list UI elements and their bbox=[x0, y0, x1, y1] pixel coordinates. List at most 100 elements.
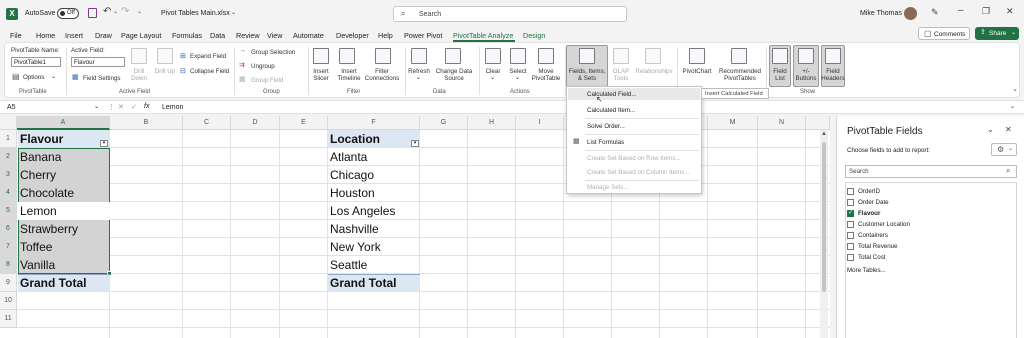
tab-design[interactable]: Design bbox=[523, 31, 545, 40]
avatar[interactable] bbox=[904, 7, 917, 20]
pivot1-item[interactable]: Toffee bbox=[17, 238, 52, 256]
pivotchart-button[interactable]: PivotChart bbox=[678, 68, 716, 75]
restore-icon[interactable]: ❐ bbox=[982, 6, 990, 17]
ungroup-icon[interactable]: ⇉ bbox=[239, 61, 245, 69]
tab-automate[interactable]: Automate bbox=[293, 31, 324, 40]
close-icon[interactable]: ✕ bbox=[1006, 6, 1014, 17]
row-header-7[interactable]: 7 bbox=[0, 238, 17, 256]
insert-timeline-button[interactable]: Insert Timeline bbox=[334, 68, 364, 82]
save-icon[interactable] bbox=[88, 8, 97, 18]
row-header-6[interactable]: 6 bbox=[0, 220, 17, 238]
column-header-n[interactable]: N bbox=[758, 116, 806, 130]
scrollbar-thumb[interactable] bbox=[822, 142, 826, 292]
field-list-icon[interactable] bbox=[772, 48, 788, 64]
options-dropdown-icon[interactable]: ⌄ bbox=[51, 73, 56, 80]
column-header-g[interactable]: G bbox=[420, 116, 468, 130]
group-selection-button[interactable]: Group Selection bbox=[251, 49, 295, 56]
redo-icon[interactable]: ↷ bbox=[121, 6, 129, 17]
move-pivottable-icon[interactable] bbox=[538, 48, 554, 64]
expand-field-icon[interactable]: ⊞ bbox=[180, 52, 186, 60]
tab-page-layout[interactable]: Page Layout bbox=[121, 31, 161, 40]
menu-item-list-formulas[interactable]: List Formulas bbox=[587, 139, 624, 146]
tab-file[interactable]: File bbox=[10, 31, 22, 40]
vertical-scrollbar[interactable]: ▲ bbox=[820, 130, 828, 338]
ribbon-collapse-icon[interactable]: ⌄ bbox=[1012, 85, 1018, 93]
insert-function-icon[interactable]: fx bbox=[144, 103, 149, 110]
insert-slicer-icon[interactable] bbox=[313, 48, 329, 64]
pivot1-item[interactable]: Cherry bbox=[17, 166, 56, 184]
customize-qat-icon[interactable]: ⌄ bbox=[137, 8, 142, 15]
expand-field-button[interactable]: Expand Field bbox=[190, 53, 226, 60]
pivot2-item[interactable]: Houston bbox=[327, 184, 375, 202]
field-settings-button[interactable]: Field Settings bbox=[83, 75, 121, 82]
row-header-2[interactable]: 2 bbox=[0, 148, 17, 166]
row-header-10[interactable]: 10 bbox=[0, 292, 17, 310]
tab-insert[interactable]: Insert bbox=[65, 31, 83, 40]
tab-review[interactable]: Review bbox=[236, 31, 260, 40]
filter-connections-button[interactable]: Filter Connections bbox=[362, 68, 402, 82]
pivot1-item[interactable]: Chocolate bbox=[17, 184, 74, 202]
collapse-field-icon[interactable]: ⊟ bbox=[180, 67, 186, 75]
row-header-3[interactable]: 3 bbox=[0, 166, 17, 184]
filename-dropdown-icon[interactable]: ⌄ bbox=[231, 9, 236, 16]
formula-expand-icon[interactable]: ⌄ bbox=[1010, 103, 1015, 110]
change-data-source-button[interactable]: Change Data Source bbox=[433, 68, 475, 82]
search-box[interactable]: ⌕ Search bbox=[393, 6, 627, 22]
column-header-d[interactable]: D bbox=[231, 116, 280, 130]
tab-developer[interactable]: Developer bbox=[336, 31, 369, 40]
autosave-toggle[interactable]: Off bbox=[57, 8, 79, 19]
tab-data[interactable]: Data bbox=[210, 31, 225, 40]
row-header-11[interactable]: 11 bbox=[0, 310, 17, 328]
undo-icon[interactable]: ↶ bbox=[103, 6, 111, 17]
worksheet-grid[interactable]: A B C D E F G H I J K L M N 1 2 3 4 5 6 … bbox=[0, 116, 830, 338]
scroll-up-icon[interactable]: ▲ bbox=[821, 131, 827, 137]
tab-home[interactable]: Home bbox=[36, 31, 55, 40]
menu-item-calculated-item[interactable]: Calculated Item... bbox=[587, 107, 635, 114]
recommended-pivottables-icon[interactable] bbox=[731, 48, 747, 64]
field-headers-button[interactable]: Field Headers bbox=[820, 68, 846, 82]
insert-slicer-button[interactable]: Insert Slicer bbox=[309, 68, 333, 82]
options-button[interactable]: Options bbox=[23, 74, 44, 81]
formula-input[interactable]: Lemon bbox=[162, 104, 183, 111]
insert-timeline-icon[interactable] bbox=[339, 48, 355, 64]
menu-item-solve-order[interactable]: Solve Order... bbox=[587, 123, 625, 130]
column-header-e[interactable]: E bbox=[280, 116, 328, 130]
pivot2-grand-total[interactable]: Grand Total bbox=[327, 274, 396, 292]
minimize-icon[interactable]: – bbox=[958, 5, 964, 16]
pivot2-item[interactable]: Seattle bbox=[327, 256, 367, 274]
menu-item-calculated-field[interactable]: Calculated Field... bbox=[587, 91, 637, 98]
pivot2-item[interactable]: Los Angeles bbox=[327, 202, 395, 220]
column-header-f[interactable]: F bbox=[328, 116, 420, 130]
pivot1-filter-icon[interactable]: ▾ bbox=[100, 140, 108, 147]
pivot1-header[interactable]: Flavour bbox=[17, 130, 63, 148]
recommended-pivottables-button[interactable]: Recommended PivotTables bbox=[715, 68, 765, 82]
field-settings-icon[interactable]: ▦ bbox=[72, 73, 79, 81]
move-pivottable-button[interactable]: Move PivotTable bbox=[529, 68, 563, 82]
column-header-b[interactable]: B bbox=[110, 116, 183, 130]
share-button[interactable]: ⇪ Share ⌄ bbox=[975, 27, 1019, 40]
select-all-corner[interactable] bbox=[0, 116, 17, 130]
refresh-icon[interactable] bbox=[411, 48, 427, 64]
name-box-dropdown-icon[interactable]: ⌄ bbox=[94, 103, 99, 110]
ungroup-button[interactable]: Ungroup bbox=[251, 63, 275, 70]
row-header-1[interactable]: 1 bbox=[0, 130, 17, 148]
pivot1-item[interactable]: Strawberry bbox=[17, 220, 78, 238]
pivottable-name-input[interactable]: PivotTable1 bbox=[11, 57, 61, 67]
pivot2-item[interactable]: New York bbox=[327, 238, 381, 256]
row-header-4[interactable]: 4 bbox=[0, 184, 17, 202]
name-box[interactable]: A5 bbox=[7, 104, 16, 111]
field-list-button[interactable]: Field List bbox=[769, 68, 791, 82]
pivot2-item[interactable]: Atlanta bbox=[327, 148, 367, 166]
column-header-c[interactable]: C bbox=[183, 116, 231, 130]
collapse-field-button[interactable]: Collapse Field bbox=[190, 68, 229, 75]
filter-connections-icon[interactable] bbox=[375, 48, 391, 64]
clear-dropdown-icon[interactable]: ⌄ bbox=[490, 74, 495, 81]
active-field-input[interactable]: Flavour bbox=[71, 57, 125, 67]
enter-icon[interactable]: ✓ bbox=[131, 103, 137, 111]
change-data-source-icon[interactable] bbox=[445, 48, 461, 64]
pane-close-icon[interactable]: ✕ bbox=[1005, 125, 1012, 134]
column-header-i[interactable]: I bbox=[516, 116, 564, 130]
row-header-9[interactable]: 9 bbox=[0, 274, 17, 292]
tab-power-pivot[interactable]: Power Pivot bbox=[404, 31, 442, 40]
column-header-a[interactable]: A bbox=[17, 116, 110, 130]
